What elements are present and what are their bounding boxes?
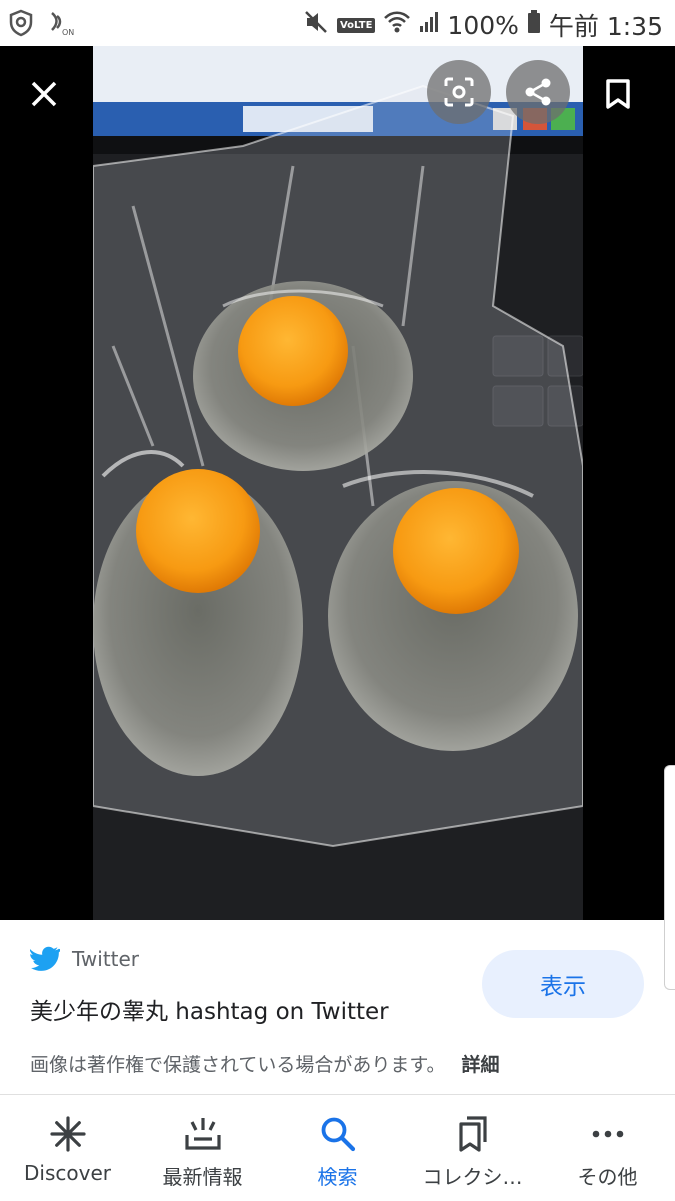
nav-collections[interactable]: コレクシ…: [405, 1095, 540, 1201]
svg-text:ON: ON: [62, 28, 74, 36]
more-icon: [589, 1115, 627, 1153]
details-link[interactable]: 詳細: [462, 1054, 500, 1076]
nav-search[interactable]: 検索: [270, 1095, 405, 1201]
view-button[interactable]: 表示: [482, 950, 644, 1018]
asterisk-icon: [49, 1115, 87, 1153]
nav-label: コレクシ…: [422, 1165, 523, 1189]
source[interactable]: Twitter: [30, 946, 139, 972]
scrollbar-thumb[interactable]: [664, 765, 675, 990]
result-info: Twitter 美少年の睾丸 hashtag on Twitter 表示 画像は…: [0, 920, 675, 1092]
share-button[interactable]: [506, 60, 570, 124]
bookmark-icon: [606, 79, 630, 109]
mute-icon: [303, 9, 329, 41]
bottom-nav: Discover 最新情報 検索 コレクシ… その他: [0, 1094, 675, 1201]
source-name: Twitter: [72, 947, 140, 971]
battery-percent: 100%: [447, 10, 519, 40]
nav-discover[interactable]: Discover: [0, 1095, 135, 1201]
bookmark-button[interactable]: [598, 72, 638, 116]
nav-more[interactable]: その他: [540, 1095, 675, 1201]
close-button[interactable]: [24, 74, 64, 114]
collections-icon: [455, 1115, 491, 1153]
nav-label: 最新情報: [162, 1165, 243, 1189]
nav-label: Discover: [24, 1161, 111, 1185]
shield-icon: [8, 9, 34, 43]
battery-icon: [527, 10, 541, 40]
copyright-notice: 画像は著作権で保護されている場合があります。 詳細: [30, 1050, 500, 1077]
search-icon: [319, 1115, 357, 1153]
status-bar: ON VoLTE 100% 午前 1:35: [0, 0, 675, 46]
lens-button[interactable]: [427, 60, 491, 124]
twitter-icon: [30, 946, 60, 971]
lens-icon: [444, 77, 474, 107]
photo[interactable]: [93, 46, 583, 920]
image-viewer: [0, 46, 675, 920]
updates-icon: [183, 1115, 223, 1153]
copyright-notice-text: 画像は著作権で保護されている場合があります。: [30, 1054, 446, 1076]
clock: 午前 1:35: [548, 12, 663, 41]
nav-label: 検索: [317, 1165, 358, 1189]
wifi-icon: [383, 10, 411, 40]
result-title[interactable]: 美少年の睾丸 hashtag on Twitter: [30, 992, 389, 1026]
close-icon: [31, 81, 57, 107]
nav-updates[interactable]: 最新情報: [135, 1095, 270, 1201]
signal-icon: [419, 10, 439, 40]
volte-icon: VoLTE: [336, 17, 376, 33]
nfc-icon: ON: [48, 10, 74, 42]
nav-label: その他: [577, 1165, 638, 1189]
share-icon: [525, 78, 551, 106]
